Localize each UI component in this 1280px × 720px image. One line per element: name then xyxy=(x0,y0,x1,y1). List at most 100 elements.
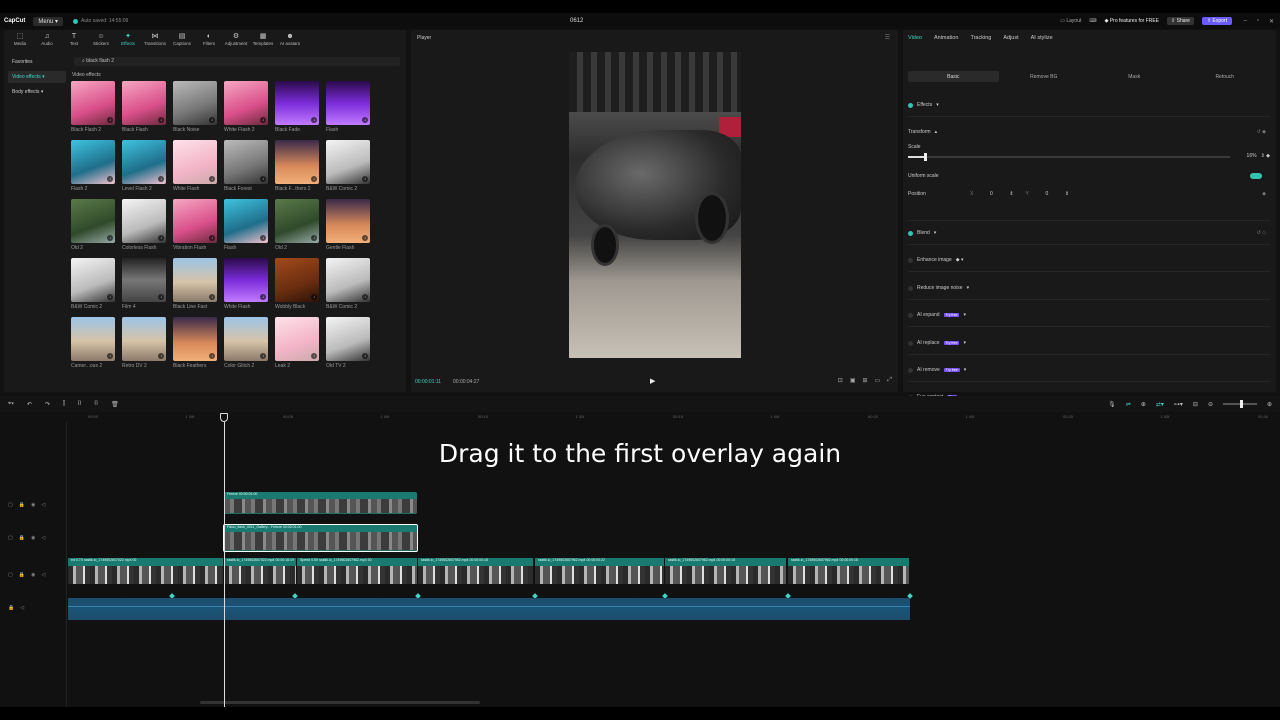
effect-item[interactable]: ↓ Black Flash xyxy=(122,81,166,133)
lock-icon[interactable]: 🔒 xyxy=(19,502,25,508)
effect-item[interactable]: ↓ B&W Comic 2 xyxy=(326,140,370,192)
download-icon[interactable]: ↓ xyxy=(362,117,368,123)
tab-tracking[interactable]: Tracking xyxy=(970,35,991,41)
subtab-remove-bg[interactable]: Remove BG xyxy=(999,71,1090,82)
download-icon[interactable]: ↓ xyxy=(362,235,368,241)
download-icon[interactable]: ↓ xyxy=(209,353,215,359)
effect-thumbnail[interactable]: ↓ xyxy=(122,199,166,243)
tab-animation[interactable]: Animation xyxy=(934,35,958,41)
effect-item[interactable]: ↓ Leak 2 xyxy=(275,317,319,369)
effects-row[interactable]: Effects ▾ xyxy=(908,102,1270,108)
keyframe-icon[interactable]: ◆ xyxy=(1262,191,1266,197)
effect-thumbnail[interactable]: ↓ xyxy=(326,317,370,361)
stepper-icon[interactable]: ⇕ xyxy=(1065,191,1069,197)
effect-thumbnail[interactable]: ↓ xyxy=(71,199,115,243)
effect-thumbnail[interactable]: ↓ xyxy=(275,258,319,302)
download-icon[interactable]: ↓ xyxy=(260,353,266,359)
play-icon[interactable]: ▶ xyxy=(650,377,655,385)
link-icon[interactable]: ⇌ xyxy=(1126,401,1131,408)
ai-remove-checkbox[interactable] xyxy=(908,367,913,373)
effect-thumbnail[interactable]: ↓ xyxy=(71,317,115,361)
undo-icon[interactable]: ↶ xyxy=(27,401,32,408)
effects-toggle-icon[interactable] xyxy=(908,102,913,108)
main-track-clip[interactable]: ssstik.io_1749502607962.mp4 00:00:00:22 xyxy=(535,558,664,584)
pro-features-button[interactable]: ◆ Pro features for FREE xyxy=(1105,18,1159,24)
tab-stickers[interactable]: ☺ Stickers xyxy=(89,33,113,46)
effect-thumbnail[interactable]: ↓ xyxy=(224,199,268,243)
sidebar-item-body-effects[interactable]: Body effects ▾ xyxy=(8,86,66,98)
download-icon[interactable]: ↓ xyxy=(260,176,266,182)
main-track-clip[interactable]: ed 0.7X ssstik.io_1749502607022.mp4 00 xyxy=(68,558,223,584)
download-icon[interactable]: ↓ xyxy=(107,176,113,182)
zoom-knob[interactable] xyxy=(1239,400,1243,408)
effect-item[interactable]: ↓ Camer...ous 2 xyxy=(71,317,115,369)
eye-icon[interactable]: ◉ xyxy=(31,502,35,508)
zoom-out-icon[interactable]: ⊖ xyxy=(1208,401,1213,408)
ai-replace-checkbox[interactable] xyxy=(908,340,913,346)
download-icon[interactable]: ↓ xyxy=(260,235,266,241)
download-icon[interactable]: ↓ xyxy=(209,235,215,241)
effect-thumbnail[interactable]: ↓ xyxy=(173,258,217,302)
download-icon[interactable]: ↓ xyxy=(311,117,317,123)
menu-button[interactable]: Menu ▾ xyxy=(33,16,64,26)
scale-slider[interactable] xyxy=(908,153,1230,161)
reset-icon[interactable]: ↺ ◇ xyxy=(1257,230,1266,236)
lock-icon[interactable]: 🔒 xyxy=(8,605,14,611)
zoom-fit-icon[interactable]: ⊞ xyxy=(862,377,867,384)
effect-item[interactable]: ↓ Flash 2 xyxy=(71,140,115,192)
minimize-icon[interactable]: – xyxy=(1243,18,1246,25)
split-icon[interactable]: ⫿ xyxy=(63,401,65,408)
stepper-icon[interactable]: ⇕ xyxy=(1009,191,1013,197)
share-button[interactable]: ⇪ Share xyxy=(1167,17,1194,25)
effect-item[interactable]: ↓ Black Feathers xyxy=(173,317,217,369)
tab-effects[interactable]: ✦ Effects xyxy=(116,33,140,46)
player-menu-icon[interactable]: ☰ xyxy=(885,34,890,41)
reduce-noise-row[interactable]: Reduce image noise ▾ xyxy=(908,285,1270,291)
effect-thumbnail[interactable]: ↓ xyxy=(224,317,268,361)
effect-item[interactable]: ↓ Old 2 xyxy=(71,199,115,251)
timeline-ruler[interactable]: 00:00 1 00f 00:05 1 00f 00:10 1 00f 00:15 1 00f… xyxy=(67,412,1280,422)
effect-item[interactable]: ↓ Black Line Fast xyxy=(173,258,217,310)
download-icon[interactable]: ↓ xyxy=(362,294,368,300)
fullscreen-icon[interactable]: ⤢ xyxy=(887,377,892,384)
split-right-icon[interactable]: ⌷ xyxy=(95,401,99,408)
effect-thumbnail[interactable]: ↓ xyxy=(71,258,115,302)
close-icon[interactable]: ✕ xyxy=(1269,18,1274,25)
effect-item[interactable]: ↓ Vibration Flash xyxy=(173,199,217,251)
uniform-scale-toggle[interactable] xyxy=(1250,173,1262,179)
effect-thumbnail[interactable]: ↓ xyxy=(71,81,115,125)
playhead[interactable] xyxy=(224,422,225,707)
microphone-icon[interactable]: 🎙 xyxy=(1108,401,1116,408)
tab-audio[interactable]: ♫ Audio xyxy=(35,33,59,46)
download-icon[interactable]: ↓ xyxy=(158,235,164,241)
select-tool-icon[interactable]: ⌖▾ xyxy=(8,401,14,408)
overlay-clip-selected[interactable]: Fikou_flash_0011_Gallery... Freeze 00:00… xyxy=(223,524,418,552)
download-icon[interactable]: ↓ xyxy=(209,117,215,123)
sidebar-item-favorites[interactable]: Favorites xyxy=(8,56,66,68)
shortcut-icon[interactable]: ⌨ xyxy=(1089,18,1096,24)
delete-icon[interactable]: 🗑 xyxy=(111,401,119,408)
effect-thumbnail[interactable]: ↓ xyxy=(275,140,319,184)
tab-ai-stylize[interactable]: AI stylize xyxy=(1031,35,1053,41)
reduce-noise-checkbox[interactable] xyxy=(908,285,913,291)
playhead-handle[interactable] xyxy=(220,413,228,422)
effect-item[interactable]: ↓ Old TV 2 xyxy=(326,317,370,369)
audio-toggle-icon[interactable]: ◁ xyxy=(20,605,24,611)
main-track-clip[interactable]: ssstik.io_1749502607962.mp4 00:00:00:18 xyxy=(788,558,909,584)
main-track-clip[interactable]: Speed 0.5X ssstik.io_1749502607962.mp4 0… xyxy=(297,558,417,584)
audio-toggle-icon[interactable]: ◁ xyxy=(41,572,45,578)
effect-item[interactable]: ↓ Colorless Flash xyxy=(122,199,166,251)
effect-item[interactable]: ↓ Gentle Flash xyxy=(326,199,370,251)
lock-icon[interactable]: 🔒 xyxy=(19,572,25,578)
effect-item[interactable]: ↓ Film 4 xyxy=(122,258,166,310)
download-icon[interactable]: ↓ xyxy=(362,353,368,359)
tab-adjust[interactable]: Adjust xyxy=(1003,35,1018,41)
effect-item[interactable]: ↓ Flash xyxy=(224,199,268,251)
snap-icon[interactable]: ⇄▾ xyxy=(1156,401,1164,408)
download-icon[interactable]: ↓ xyxy=(311,176,317,182)
snapshot-icon[interactable]: ▣ xyxy=(850,377,856,384)
ai-replace-row[interactable]: AI replace Try free ▾ xyxy=(908,340,1270,346)
download-icon[interactable]: ↓ xyxy=(107,117,113,123)
track-hide-icon[interactable]: ▢ xyxy=(8,572,13,578)
download-icon[interactable]: ↓ xyxy=(158,353,164,359)
